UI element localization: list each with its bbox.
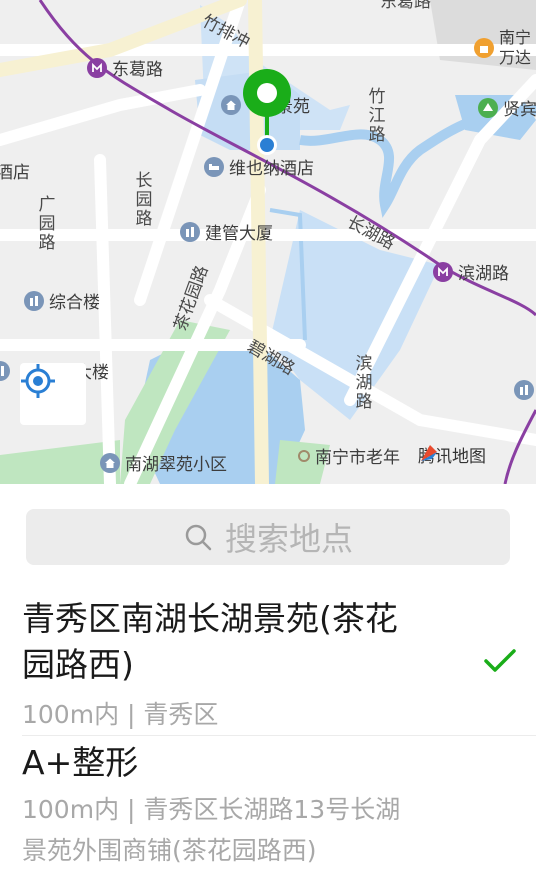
poi-jianguan-building[interactable]: 建管大厦 [180,219,273,244]
poi-zonghelou[interactable]: 综合楼 [24,288,100,313]
hotel-icon [204,156,224,177]
result-subtitle-line1: 100m内 | 青秀区长湖路13号长湖 [22,795,401,824]
search-icon [185,524,212,551]
result-subtitle: 100m内 | 青秀区 [22,700,219,729]
road-label-binhulu: 滨湖路 [355,354,373,412]
road-label-guangyuanlu: 广园路 [38,195,56,253]
home-icon [100,452,120,473]
compass-icon [421,445,437,461]
poi-hotel-left[interactable]: 酒店 [0,158,30,183]
poi-binhulu-metro[interactable]: 滨湖路 [433,259,509,284]
metro-icon [433,261,453,282]
result-title-line1: 青秀区南湖长湖景苑(茶花 [22,599,398,638]
search-placeholder: 搜索地点 [224,520,353,558]
poi-right-building[interactable] [514,380,534,400]
metro-icon [87,57,107,78]
road-label-zhujianglu: 竹江路 [368,87,386,145]
road-label-donggelu-top: 东葛路 [380,0,431,12]
park-icon [478,97,498,118]
search-input[interactable]: 搜索地点 [26,509,510,565]
home-icon [221,94,241,115]
poi-wanda[interactable]: 南宁万达 [474,28,533,68]
divider [22,735,536,736]
result-title-line1: A+整形 [22,743,139,782]
road-label-changyuanlu: 长园路 [135,171,153,229]
building-icon [180,221,200,242]
crosshair-icon [21,364,55,398]
check-icon [483,647,517,679]
building-icon [24,290,44,311]
map-view[interactable]: 竹排冲 东葛路 竹江路 长湖路 长园路 广园路 茶花园路 碧湖路 滨湖路 东葛路… [0,0,536,484]
building-icon [0,360,10,381]
result-title-line2: 园路西) [22,645,134,684]
result-subtitle-line2: 景苑外围商铺(茶花园路西) [22,836,317,865]
poi-nanhu-cuiyuan[interactable]: 南湖翠苑小区 [100,450,227,475]
poi-xianbin[interactable]: 贤宾 [478,95,536,120]
poi-donggelu-metro[interactable]: 东葛路 [87,55,163,80]
mall-icon [474,38,494,58]
dot-icon [298,449,310,462]
poi-laonian[interactable]: 南宁市老年 [298,443,400,468]
map-brand-logo: 腾讯地图 [418,442,486,467]
building-icon [514,380,534,400]
locate-me-button[interactable] [20,363,86,425]
